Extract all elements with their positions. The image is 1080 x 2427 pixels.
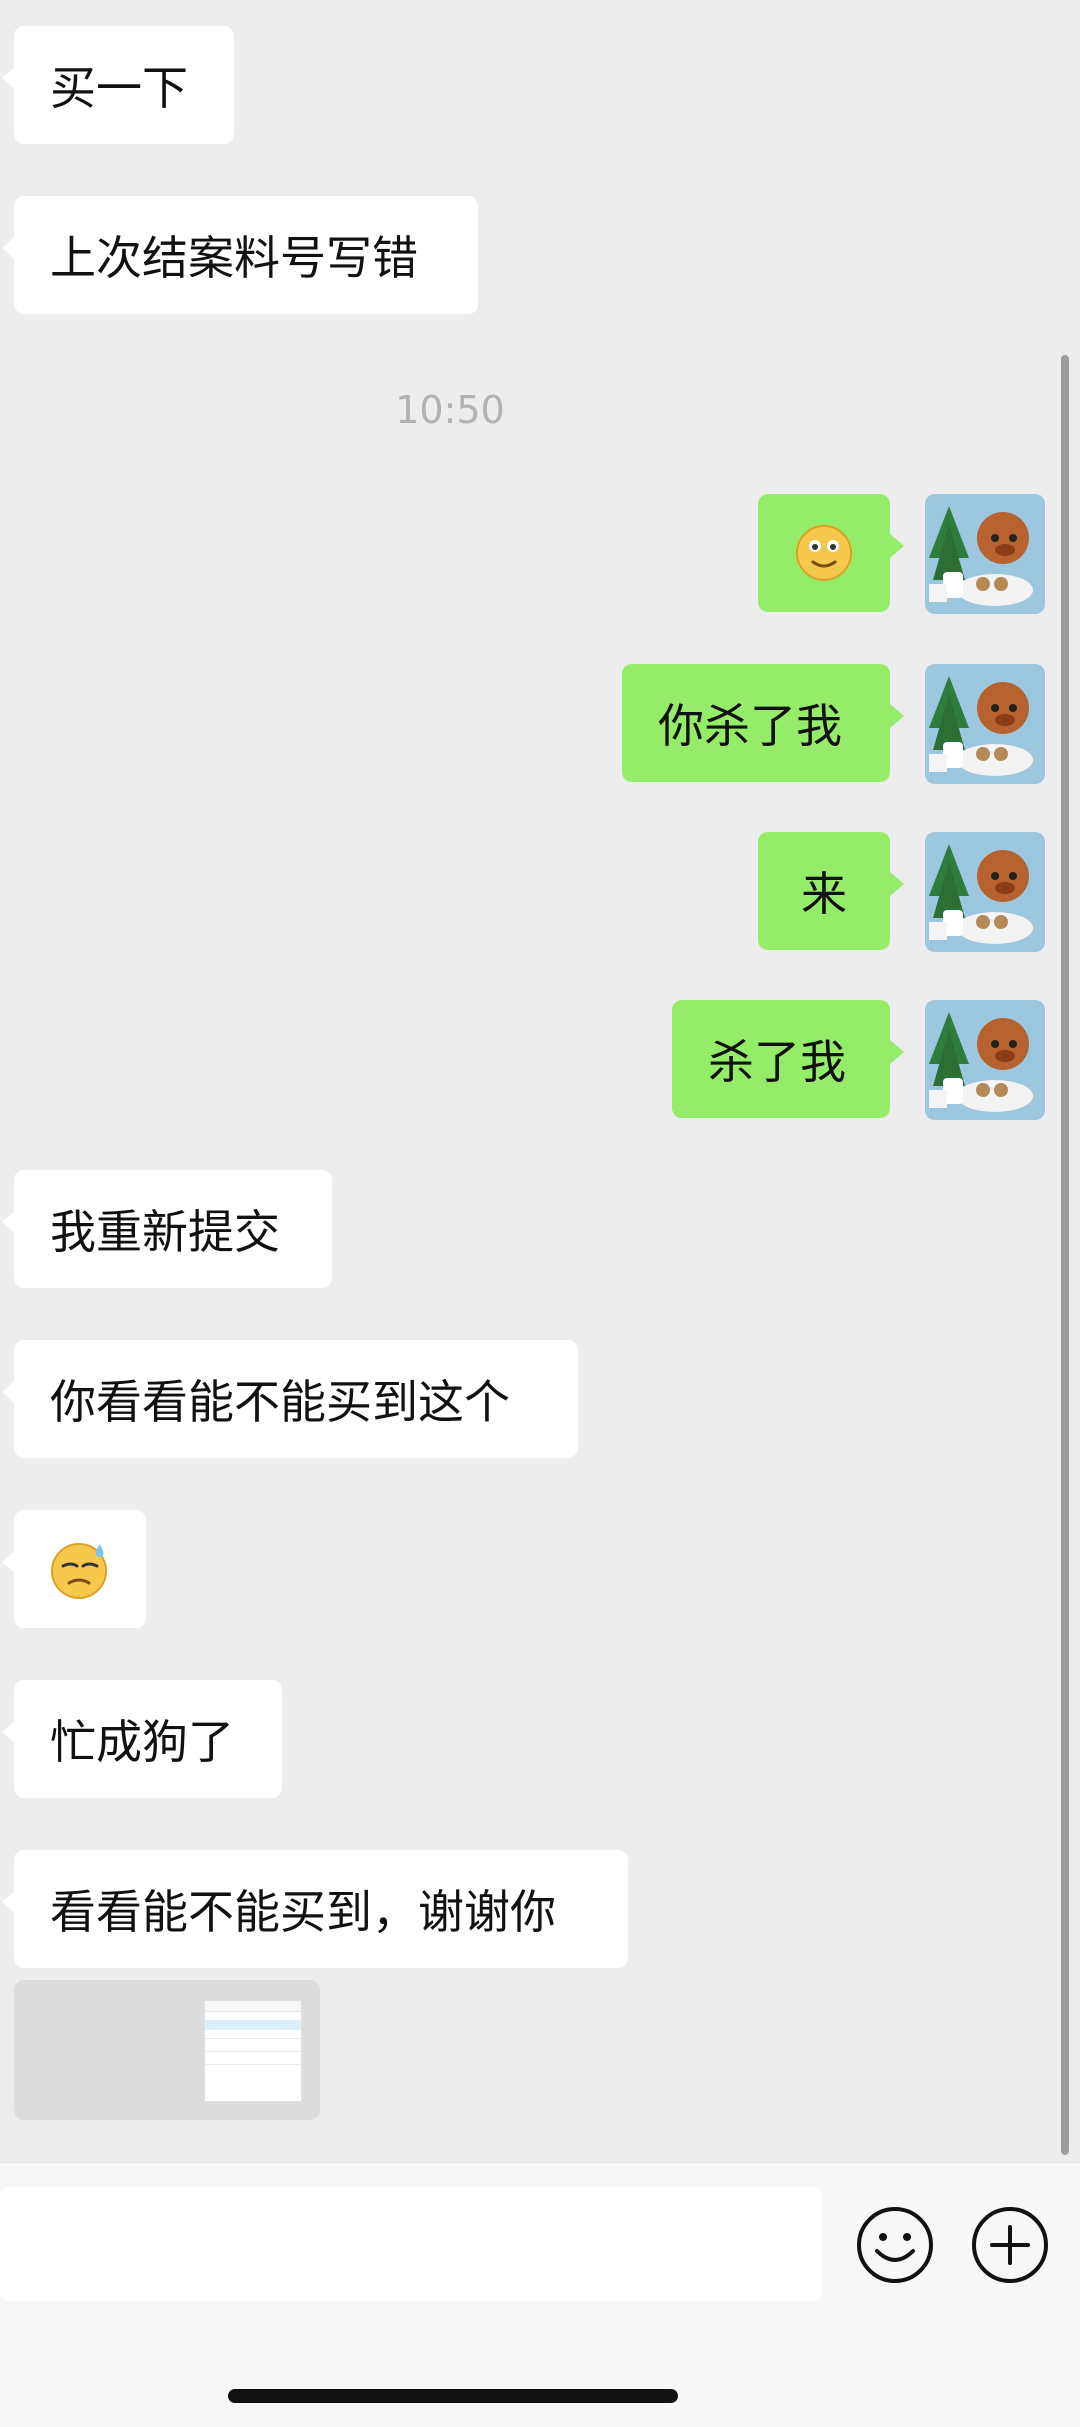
slightly-smiling-face-emoji-icon bbox=[796, 525, 852, 581]
message-text: 看看能不能买到，谢谢你 bbox=[50, 1885, 556, 1939]
message-bubble-incoming[interactable]: 上次结案料号写错 bbox=[2, 196, 478, 314]
input-bar bbox=[0, 2162, 1080, 2427]
message-bubble-outgoing[interactable]: 你杀了我 bbox=[622, 664, 904, 782]
message-text: 我重新提交 bbox=[50, 1205, 280, 1259]
emoji-button[interactable] bbox=[855, 2205, 935, 2285]
chat-area[interactable]: 买一下 上次结案料号写错 10:50 你杀了我 来 杀了我 我重新提交 你看看能… bbox=[0, 0, 1080, 2160]
message-text: 买一下 bbox=[50, 61, 188, 115]
message-bubble-incoming[interactable]: 你看看能不能买到这个 bbox=[2, 1340, 578, 1458]
message-input[interactable] bbox=[0, 2187, 822, 2301]
home-indicator bbox=[228, 2389, 678, 2403]
message-bubble-incoming[interactable]: 看看能不能买到，谢谢你 bbox=[2, 1850, 628, 1968]
dog-avatar-icon bbox=[925, 494, 1045, 614]
message-text: 杀了我 bbox=[708, 1035, 846, 1089]
timestamp: 10:50 bbox=[395, 388, 505, 432]
smile-icon bbox=[857, 2207, 933, 2283]
dog-avatar-icon bbox=[925, 1000, 1045, 1120]
message-text: 你看看能不能买到这个 bbox=[50, 1375, 510, 1429]
avatar[interactable] bbox=[925, 1000, 1045, 1120]
message-text: 忙成狗了 bbox=[50, 1715, 234, 1769]
message-bubble-incoming[interactable]: 买一下 bbox=[2, 26, 234, 144]
message-bubble-incoming[interactable]: 我重新提交 bbox=[2, 1170, 332, 1288]
avatar[interactable] bbox=[925, 832, 1045, 952]
avatar[interactable] bbox=[925, 494, 1045, 614]
message-bubble-incoming[interactable]: 忙成狗了 bbox=[2, 1680, 282, 1798]
message-bubble-outgoing[interactable]: 来 bbox=[758, 832, 904, 950]
file-preview-thumbnail bbox=[204, 2000, 302, 2102]
sweat-smile-face-emoji-icon bbox=[51, 1543, 107, 1599]
avatar[interactable] bbox=[925, 664, 1045, 784]
add-button[interactable] bbox=[970, 2205, 1050, 2285]
chat-scrollbar[interactable] bbox=[1061, 355, 1069, 2155]
dog-avatar-icon bbox=[925, 832, 1045, 952]
message-bubble-incoming[interactable] bbox=[2, 1510, 146, 1628]
file-attachment-card[interactable] bbox=[14, 1980, 320, 2120]
message-bubble-outgoing[interactable] bbox=[758, 494, 904, 612]
message-bubble-outgoing[interactable]: 杀了我 bbox=[672, 1000, 904, 1118]
message-text: 你杀了我 bbox=[658, 699, 842, 753]
message-text: 来 bbox=[801, 867, 847, 921]
plus-circle-icon bbox=[972, 2207, 1048, 2283]
message-text: 上次结案料号写错 bbox=[50, 231, 418, 285]
dog-avatar-icon bbox=[925, 664, 1045, 784]
